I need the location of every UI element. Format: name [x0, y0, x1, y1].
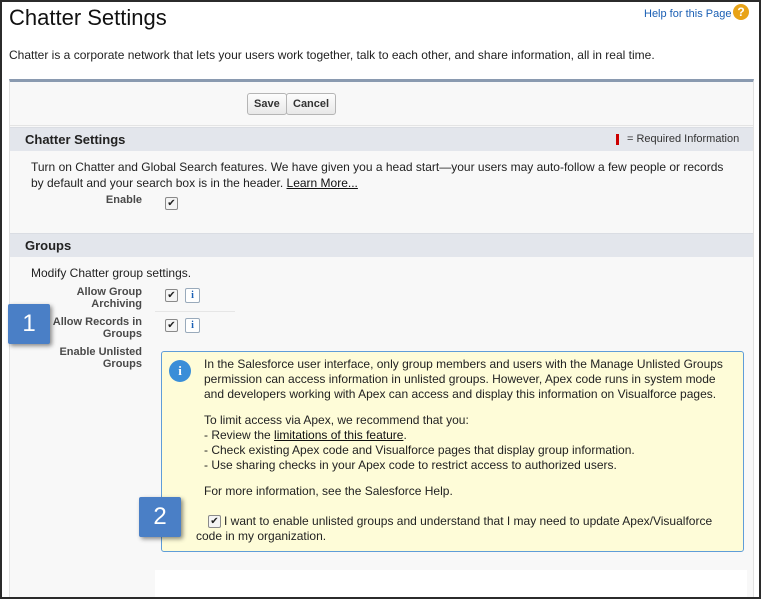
- settings-panel: Save Cancel Chatter Settings = Required …: [9, 79, 754, 602]
- info-recommendations: To limit access via Apex, we recommend t…: [204, 413, 739, 473]
- info-line: In the Salesforce user interface, only g…: [204, 357, 723, 371]
- question-icon[interactable]: ?: [733, 4, 749, 20]
- enable-unlisted-groups-label: Enable Unlisted Groups: [12, 346, 142, 370]
- section-title: Chatter Settings: [25, 132, 126, 147]
- limitations-link[interactable]: limitations of this feature: [274, 428, 403, 442]
- info-icon[interactable]: i: [185, 318, 200, 333]
- info-line: permission can access information in unl…: [204, 372, 716, 386]
- acknowledge-label: I want to enable unlisted groups and und…: [196, 514, 731, 544]
- info-icon: i: [169, 360, 191, 382]
- save-button[interactable]: Save: [247, 93, 287, 115]
- chatter-description: Turn on Chatter and Global Search featur…: [31, 159, 723, 191]
- info-paragraph: In the Salesforce user interface, only g…: [204, 357, 739, 402]
- bottom-area: [155, 570, 747, 602]
- info-line: and developers working with Apex can acc…: [204, 387, 717, 401]
- description-text: by default and your search box is in the…: [31, 176, 284, 190]
- section-title: Groups: [25, 238, 72, 253]
- label-line: Groups: [102, 358, 142, 370]
- info-line: - Check existing Apex code and Visualfor…: [204, 443, 635, 457]
- cancel-button[interactable]: Cancel: [286, 93, 337, 115]
- allow-group-archiving-checkbox[interactable]: ✔: [165, 289, 178, 302]
- callout-badge-1: 1: [8, 304, 50, 344]
- enable-label: Enable: [105, 194, 142, 206]
- learn-more-link[interactable]: Learn More...: [287, 176, 358, 190]
- row-divider: [155, 311, 235, 312]
- allow-records-in-groups-checkbox[interactable]: ✔: [165, 319, 178, 332]
- page-title: Chatter Settings: [9, 5, 167, 30]
- help-link[interactable]: Help for this Page: [644, 8, 731, 20]
- ack-line: code in my organization.: [196, 529, 327, 543]
- info-line: - Review the limitations of this feature…: [204, 428, 739, 443]
- label-line: Enable Unlisted: [59, 346, 142, 358]
- info-icon[interactable]: i: [185, 288, 200, 303]
- description-line: Turn on Chatter and Global Search featur…: [31, 160, 724, 174]
- required-legend: = Required Information: [627, 133, 740, 145]
- page-intro: Chatter is a corporate network that lets…: [9, 48, 655, 62]
- unlisted-groups-info-box: i In the Salesforce user interface, only…: [161, 351, 744, 552]
- enable-checkbox[interactable]: ✔: [165, 197, 178, 210]
- section-header-chatter-settings: Chatter Settings = Required Information: [10, 127, 753, 151]
- label-line: Allow Group: [76, 286, 142, 298]
- info-line: - Use sharing checks in your Apex code t…: [204, 458, 617, 472]
- section-header-groups: Groups: [10, 233, 753, 257]
- required-indicator: [616, 134, 619, 145]
- ack-line: I want to enable unlisted groups and und…: [224, 514, 713, 528]
- info-more: For more information, see the Salesforce…: [204, 484, 453, 498]
- info-line: To limit access via Apex, we recommend t…: [204, 413, 469, 427]
- groups-description: Modify Chatter group settings.: [31, 266, 192, 280]
- bullet-text: .: [403, 428, 407, 442]
- bullet-text: - Review the: [204, 428, 275, 442]
- description-line: by default and your search box is in the…: [31, 175, 723, 191]
- button-row: Save Cancel: [10, 82, 753, 126]
- callout-badge-2: 2: [139, 497, 181, 537]
